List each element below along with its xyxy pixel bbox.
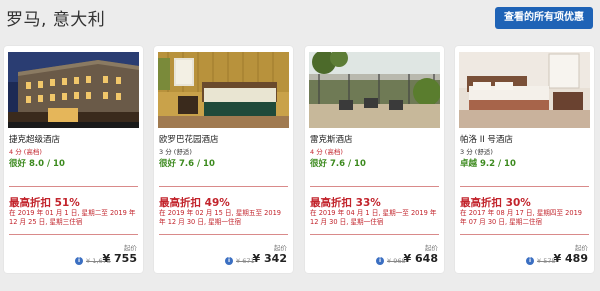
hotel-card[interactable]: 欧罗巴花园酒店 3 分 (舒适) 很好 7.6 / 10 最高折扣 49% 在 … <box>154 46 293 273</box>
divider <box>460 234 589 235</box>
discount-label: 最高折扣 51% <box>9 197 80 209</box>
deal-dates: 在 2019 年 01 月 1 日, 星期二至 2019 年 12 月 25 日… <box>9 209 136 226</box>
star-rating: 4 分 (高档) <box>9 146 42 156</box>
discount-label: 最高折扣 49% <box>159 197 230 209</box>
from-label: 起价 <box>274 244 287 252</box>
hotel-card[interactable]: 捷克超级酒店 4 分 (高档) 很好 8.0 / 10 最高折扣 51% 在 2… <box>4 46 143 273</box>
star-count: 3 分 <box>159 148 172 156</box>
hotel-name[interactable]: 捷克超级酒店 <box>9 133 60 145</box>
star-class: (高档) <box>23 148 42 156</box>
guest-rating: 卓越 9.2 / 10 <box>460 159 516 169</box>
divider <box>9 186 138 187</box>
hotel-name[interactable]: 帕洛 II 号酒店 <box>460 133 513 145</box>
divider <box>310 186 439 187</box>
page-title: 罗马, 意大利 <box>6 10 106 30</box>
discount-label: 最高折扣 30% <box>460 197 531 209</box>
hotel-photo-image <box>309 52 440 128</box>
hotel-photo-image <box>8 52 139 128</box>
hotel-photo[interactable] <box>158 52 289 128</box>
deal-price: ¥ 755 <box>102 252 137 265</box>
info-icon[interactable]: i <box>225 257 233 265</box>
from-label: 起价 <box>124 244 137 252</box>
divider <box>310 234 439 235</box>
hotel-photo[interactable] <box>8 52 139 128</box>
hotel-photo[interactable] <box>459 52 590 128</box>
star-class: (舒适) <box>173 148 192 156</box>
from-label: 起价 <box>575 244 588 252</box>
guest-rating: 很好 8.0 / 10 <box>9 159 65 169</box>
from-label: 起价 <box>425 244 438 252</box>
deal-dates: 在 2019 年 02 月 15 日, 星期五至 2019 年 12 月 30 … <box>159 209 281 226</box>
hotel-card[interactable]: 雷克斯酒店 4 分 (高档) 很好 7.6 / 10 最高折扣 33% 在 20… <box>305 46 444 273</box>
hotel-card[interactable]: 帕洛 II 号酒店 3 分 (舒适) 卓越 9.2 / 10 最高折扣 30% … <box>455 46 594 273</box>
divider <box>159 234 288 235</box>
hotel-photo-image <box>459 52 590 128</box>
hotel-name[interactable]: 雷克斯酒店 <box>310 133 353 145</box>
divider <box>460 186 589 187</box>
star-class: (高档) <box>324 148 343 156</box>
info-icon[interactable]: i <box>526 257 534 265</box>
star-rating: 4 分 (高档) <box>310 146 343 156</box>
deal-price: ¥ 489 <box>553 252 588 265</box>
view-all-deals-button[interactable]: 查看的所有项优惠 <box>495 7 593 29</box>
hotel-photo-image <box>158 52 289 128</box>
guest-rating: 很好 7.6 / 10 <box>310 159 366 169</box>
divider <box>9 234 138 235</box>
divider <box>159 186 288 187</box>
info-icon[interactable]: i <box>75 257 83 265</box>
star-count: 4 分 <box>9 148 22 156</box>
info-icon[interactable]: i <box>376 257 384 265</box>
deal-dates: 在 2019 年 04 月 1 日, 星期一至 2019 年 12 月 30 日… <box>310 209 437 226</box>
discount-label: 最高折扣 33% <box>310 197 381 209</box>
star-count: 4 分 <box>310 148 323 156</box>
deal-price: ¥ 648 <box>403 252 438 265</box>
hotel-name[interactable]: 欧罗巴花园酒店 <box>159 133 219 145</box>
hotel-photo[interactable] <box>309 52 440 128</box>
star-rating: 3 分 (舒适) <box>460 146 493 156</box>
page-header: 罗马, 意大利 查看的所有项优惠 <box>0 0 600 36</box>
star-class: (舒适) <box>474 148 493 156</box>
deal-price: ¥ 342 <box>252 252 287 265</box>
star-count: 3 分 <box>460 148 473 156</box>
guest-rating: 很好 7.6 / 10 <box>159 159 215 169</box>
star-rating: 3 分 (舒适) <box>159 146 192 156</box>
deal-dates: 在 2017 年 08 月 17 日, 星期四至 2019 年 07 月 30 … <box>460 209 582 226</box>
